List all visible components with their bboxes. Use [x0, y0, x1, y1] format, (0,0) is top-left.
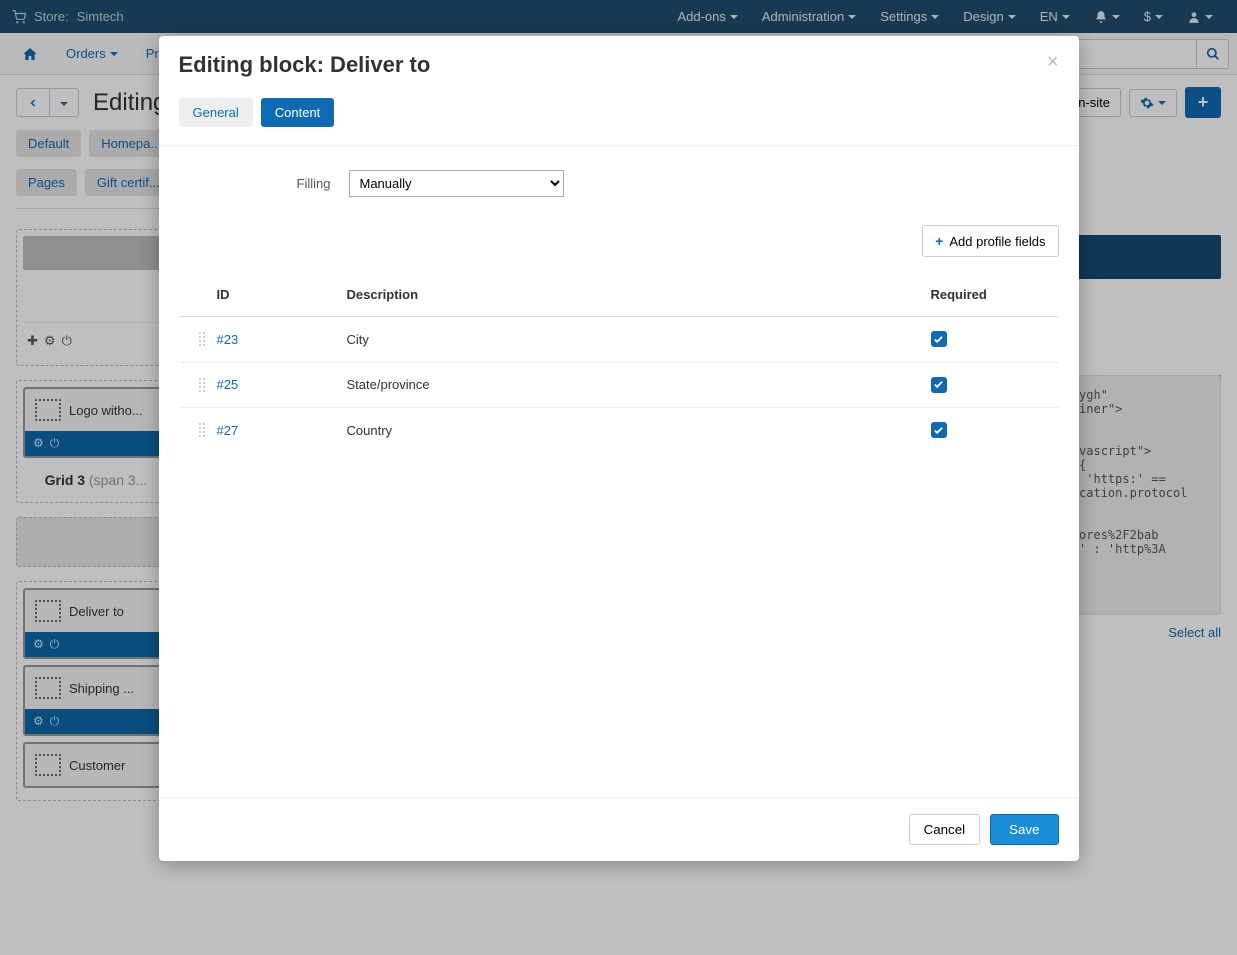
- row-desc: State/province: [347, 377, 931, 392]
- table-row: #25 State/province: [179, 363, 1059, 409]
- modal-overlay[interactable]: Editing block: Deliver to × General Cont…: [0, 0, 1237, 955]
- drag-handle[interactable]: [187, 377, 217, 393]
- row-desc: City: [347, 332, 931, 347]
- table-row: #23 City: [179, 317, 1059, 363]
- close-button[interactable]: ×: [1047, 52, 1059, 72]
- add-profile-fields-button[interactable]: + Add profile fields: [922, 225, 1058, 257]
- row-id-link[interactable]: #25: [217, 377, 239, 392]
- tab-content[interactable]: Content: [261, 98, 335, 127]
- tab-general[interactable]: General: [179, 98, 253, 127]
- check-icon: [933, 379, 944, 390]
- fields-table: ID Description Required #23 City: [179, 273, 1059, 453]
- modal-tabs: General Content: [159, 86, 1079, 146]
- filling-label: Filling: [179, 176, 349, 191]
- row-id-link[interactable]: #27: [217, 423, 239, 438]
- drag-handle[interactable]: [187, 422, 217, 438]
- drag-icon: [198, 377, 206, 393]
- modal-body: Filling Manually + Add profile fields ID…: [159, 146, 1079, 797]
- header-id: ID: [217, 287, 347, 302]
- filling-select[interactable]: Manually: [349, 170, 564, 197]
- table-header: ID Description Required: [179, 273, 1059, 317]
- cancel-button[interactable]: Cancel: [909, 814, 981, 845]
- required-checkbox[interactable]: [931, 422, 947, 438]
- required-checkbox[interactable]: [931, 377, 947, 393]
- modal: Editing block: Deliver to × General Cont…: [159, 36, 1079, 861]
- check-icon: [933, 425, 944, 436]
- header-desc: Description: [347, 287, 931, 302]
- save-button[interactable]: Save: [990, 814, 1058, 845]
- filling-row: Filling Manually: [179, 170, 1059, 197]
- modal-footer: Cancel Save: [159, 797, 1079, 861]
- drag-icon: [198, 422, 206, 438]
- drag-handle[interactable]: [187, 331, 217, 347]
- row-desc: Country: [347, 423, 931, 438]
- check-icon: [933, 334, 944, 345]
- row-id-link[interactable]: #23: [217, 332, 239, 347]
- drag-icon: [198, 331, 206, 347]
- plus-icon: +: [935, 233, 943, 249]
- required-checkbox[interactable]: [931, 331, 947, 347]
- header-required: Required: [931, 287, 1051, 302]
- table-row: #27 Country: [179, 408, 1059, 453]
- add-fields-label: Add profile fields: [949, 234, 1045, 249]
- modal-title: Editing block: Deliver to: [179, 52, 431, 78]
